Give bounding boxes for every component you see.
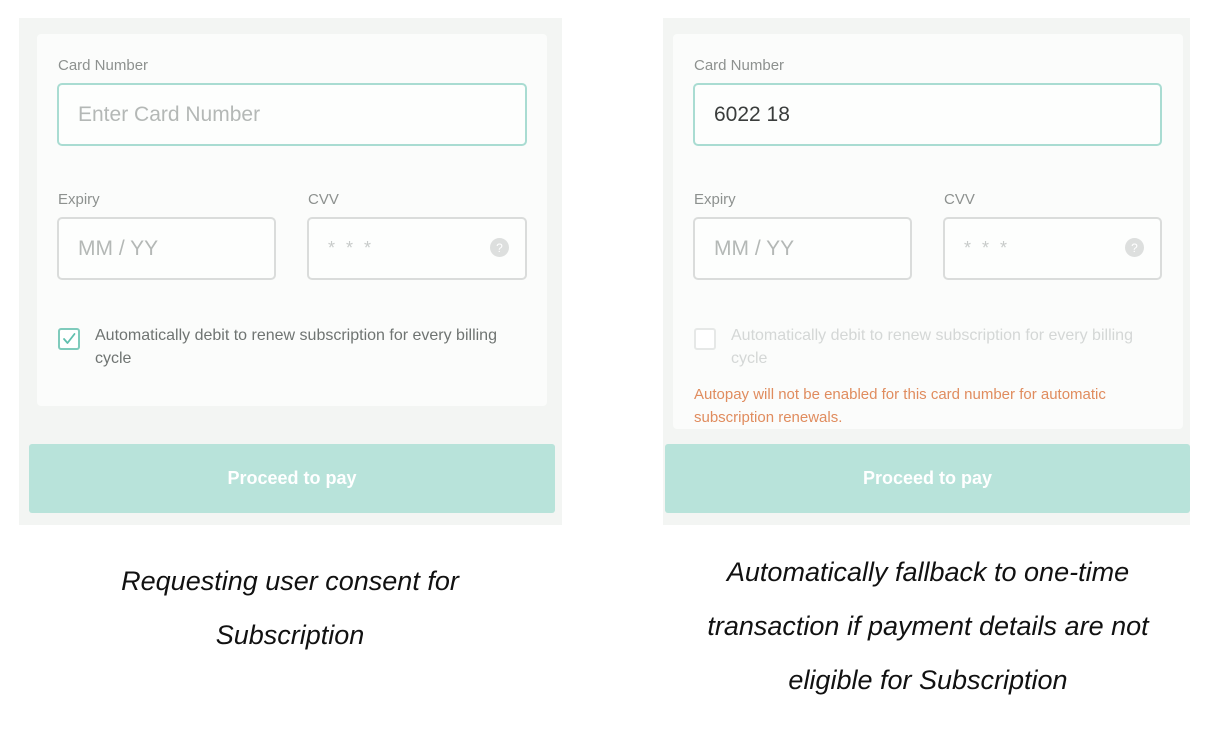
card-number-placeholder: Enter Card Number xyxy=(78,102,261,126)
card-number-label: Card Number xyxy=(58,57,149,74)
autodebit-label: Automatically debit to renew subscriptio… xyxy=(95,327,497,367)
card-number-label: Card Number xyxy=(694,57,785,74)
cvv-label: CVV xyxy=(944,191,975,208)
checkmark-icon xyxy=(63,333,76,344)
card-number-input[interactable]: 6022 18 xyxy=(693,83,1162,146)
card-number-value: 6022 18 xyxy=(714,102,790,126)
card-number-input[interactable]: Enter Card Number xyxy=(57,83,527,146)
cvv-label: CVV xyxy=(308,191,339,208)
expiry-input[interactable]: MM / YY xyxy=(693,217,912,280)
proceed-to-pay-button[interactable]: Proceed to pay xyxy=(29,444,555,513)
help-icon[interactable]: ? xyxy=(490,238,509,257)
cvv-input[interactable]: * * * ? xyxy=(307,217,527,280)
expiry-placeholder: MM / YY xyxy=(714,236,795,260)
caption-fallback: Automatically fallback to one-time trans… xyxy=(707,557,1149,695)
payment-form-consent: Card Number Enter Card Number Expiry MM … xyxy=(19,18,562,525)
expiry-label: Expiry xyxy=(58,191,100,208)
expiry-placeholder: MM / YY xyxy=(78,236,159,260)
help-icon[interactable]: ? xyxy=(1125,238,1144,257)
autodebit-checkbox[interactable] xyxy=(694,328,716,350)
autodebit-checkbox[interactable] xyxy=(58,328,80,350)
expiry-label: Expiry xyxy=(694,191,736,208)
card-details-section: Card Number 6022 18 Expiry MM / YY CVV *… xyxy=(673,34,1183,429)
cvv-input[interactable]: * * * ? xyxy=(943,217,1162,280)
payment-form-fallback: Card Number 6022 18 Expiry MM / YY CVV *… xyxy=(663,18,1190,525)
cvv-placeholder: * * * xyxy=(964,238,1011,258)
autodebit-label: Automatically debit to renew subscriptio… xyxy=(731,327,1133,367)
autopay-warning: Autopay will not be enabled for this car… xyxy=(694,386,1106,426)
card-details-section: Card Number Enter Card Number Expiry MM … xyxy=(37,34,547,406)
expiry-input[interactable]: MM / YY xyxy=(57,217,276,280)
proceed-to-pay-button[interactable]: Proceed to pay xyxy=(665,444,1190,513)
caption-consent: Requesting user consent for Subscription xyxy=(121,566,459,650)
cvv-placeholder: * * * xyxy=(328,238,375,258)
